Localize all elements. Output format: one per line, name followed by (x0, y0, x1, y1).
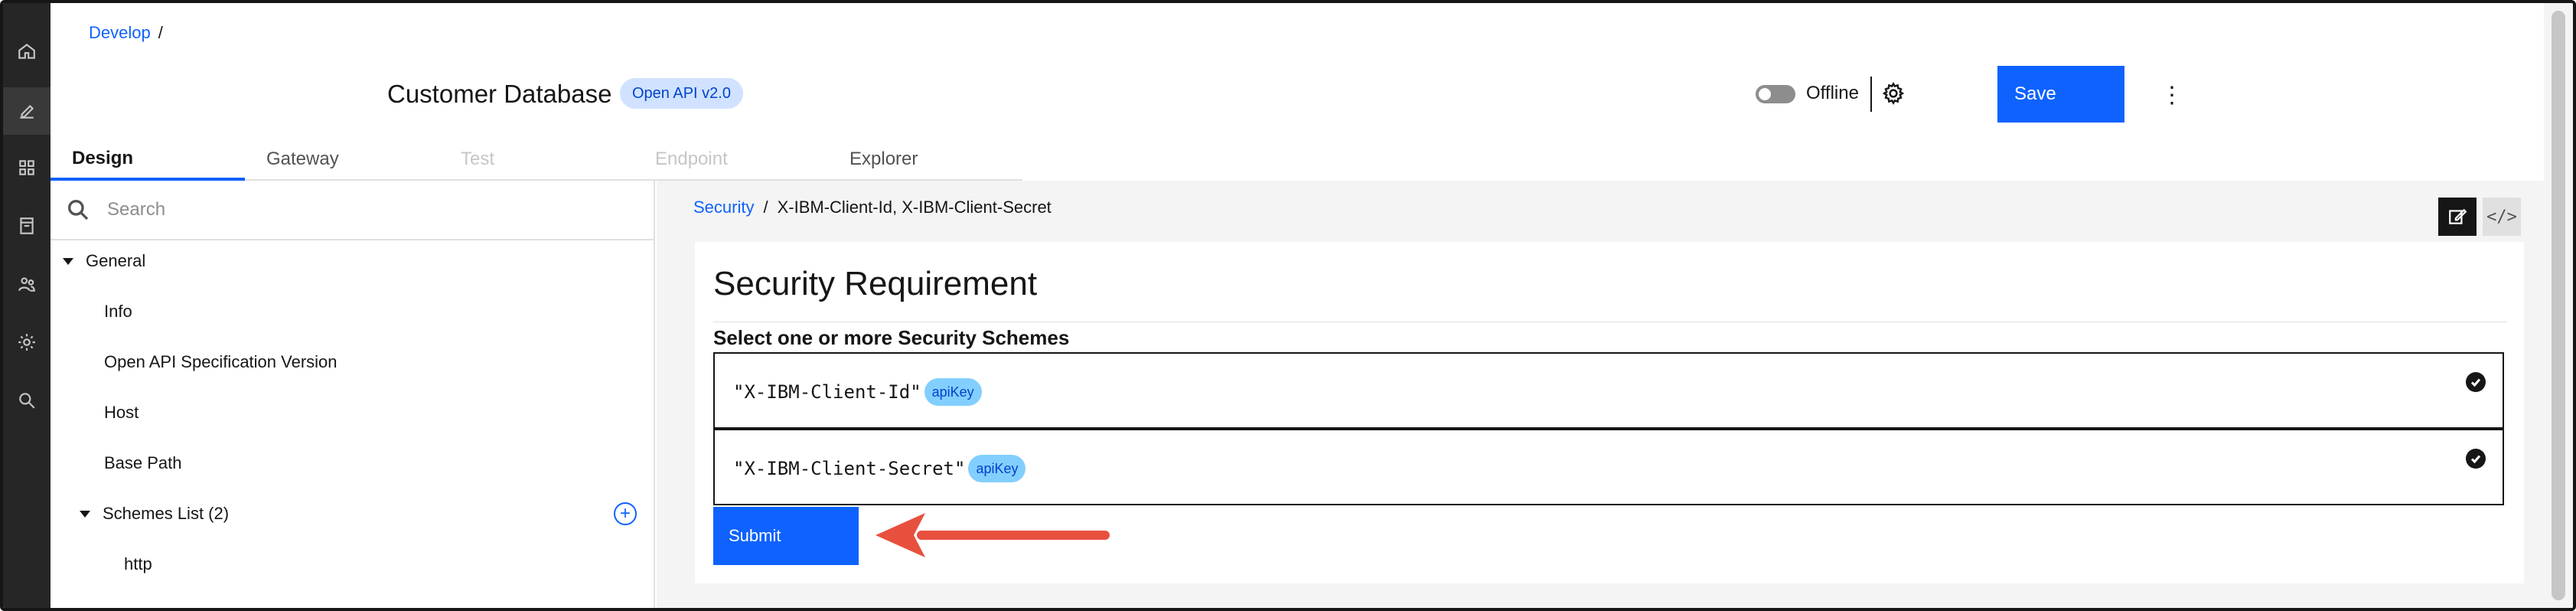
security-scheme-option[interactable]: "X-IBM-Client-Secret" apiKey (713, 429, 2504, 505)
scheme-name-text: "X-IBM-Client-Secret" (733, 458, 966, 479)
search-icon[interactable] (3, 377, 51, 424)
scheme-name: "X-IBM-Client-Secret" apiKey (733, 455, 1026, 482)
breadcrumb-develop-link[interactable]: Develop (89, 23, 151, 43)
catalog-icon[interactable] (3, 202, 51, 250)
sidebar-item-label: General (86, 251, 146, 270)
panel-subtitle: Select one or more Security Schemes (713, 326, 1070, 349)
sidebar-item-http[interactable]: http (124, 554, 152, 574)
breadcrumb-separator: / (158, 23, 163, 42)
home-icon[interactable] (3, 28, 51, 75)
offline-toggle[interactable] (1756, 85, 1795, 103)
breadcrumb-current: X-IBM-Client-Id, X-IBM-Client-Secret (777, 198, 1052, 217)
left-rail (3, 3, 51, 608)
save-button[interactable]: Save (1997, 66, 2124, 123)
overflow-menu-icon[interactable]: ⋮ (2157, 80, 2187, 110)
scheme-type-tag: apiKey (924, 378, 982, 406)
offline-label: Offline (1806, 83, 1859, 103)
header-divider (1870, 77, 1872, 112)
scrollbar-thumb[interactable] (2552, 11, 2565, 600)
sidebar-item-label: Schemes List (2) (103, 504, 230, 523)
caret-down-icon (80, 510, 90, 518)
panel-title: Security Requirement (713, 265, 1038, 302)
checkmark-icon (2466, 449, 2486, 469)
tab-explorer[interactable]: Explorer (828, 139, 1022, 181)
checkmark-icon (2466, 372, 2486, 392)
scheme-name: "X-IBM-Client-Id" apiKey (733, 378, 982, 406)
add-scheme-icon[interactable]: + (614, 502, 637, 525)
sidebar-item-openapi-version[interactable]: Open API Specification Version (104, 352, 337, 372)
code-view-button[interactable]: </> (2483, 198, 2521, 236)
submit-button[interactable]: Submit (713, 507, 859, 565)
editor-tabs: Design Gateway Test Endpoint Explorer (51, 139, 1024, 181)
scheme-type-tag: apiKey (968, 455, 1026, 482)
openapi-version-badge: Open API v2.0 (620, 78, 743, 109)
app-window: Develop / Customer Database Open API v2.… (0, 0, 2576, 611)
tab-design[interactable]: Design (51, 139, 245, 181)
gear-icon[interactable] (1880, 80, 1907, 107)
search-icon (68, 200, 89, 221)
page-title: Customer Database (387, 80, 612, 108)
tab-endpoint: Endpoint (634, 139, 828, 181)
apps-icon[interactable] (3, 144, 51, 191)
edit-icon (2449, 208, 2467, 224)
form-view-button[interactable] (2438, 198, 2477, 236)
scheme-name-text: "X-IBM-Client-Id" (733, 381, 921, 403)
sidebar-item-info[interactable]: Info (104, 302, 132, 322)
tab-gateway[interactable]: Gateway (245, 139, 439, 181)
sidebar-item-general[interactable]: General (63, 251, 145, 271)
code-icon: </> (2486, 207, 2517, 227)
security-breadcrumb: Security / X-IBM-Client-Id, X-IBM-Client… (693, 198, 1052, 217)
edit-icon[interactable] (3, 87, 51, 135)
users-icon[interactable] (3, 260, 51, 308)
security-scheme-option[interactable]: "X-IBM-Client-Id" apiKey (713, 352, 2504, 429)
tab-test: Test (439, 139, 634, 181)
vertical-scrollbar[interactable] (2544, 3, 2573, 608)
settings-icon[interactable] (3, 319, 51, 366)
breadcrumb: Develop / (89, 23, 163, 43)
toggle-knob (1759, 88, 1771, 100)
breadcrumb-separator: / (763, 198, 768, 217)
design-sidebar: General Info Open API Specification Vers… (51, 181, 655, 608)
search-input[interactable] (107, 194, 628, 225)
sidebar-item-schemes-list[interactable]: Schemes List (2) (80, 504, 229, 524)
sidebar-item-base-path[interactable]: Base Path (104, 453, 182, 473)
sidebar-search (51, 181, 655, 240)
sidebar-item-host[interactable]: Host (104, 403, 139, 423)
annotation-arrow (876, 513, 1110, 557)
caret-down-icon (63, 257, 73, 265)
breadcrumb-security-link[interactable]: Security (693, 198, 754, 217)
